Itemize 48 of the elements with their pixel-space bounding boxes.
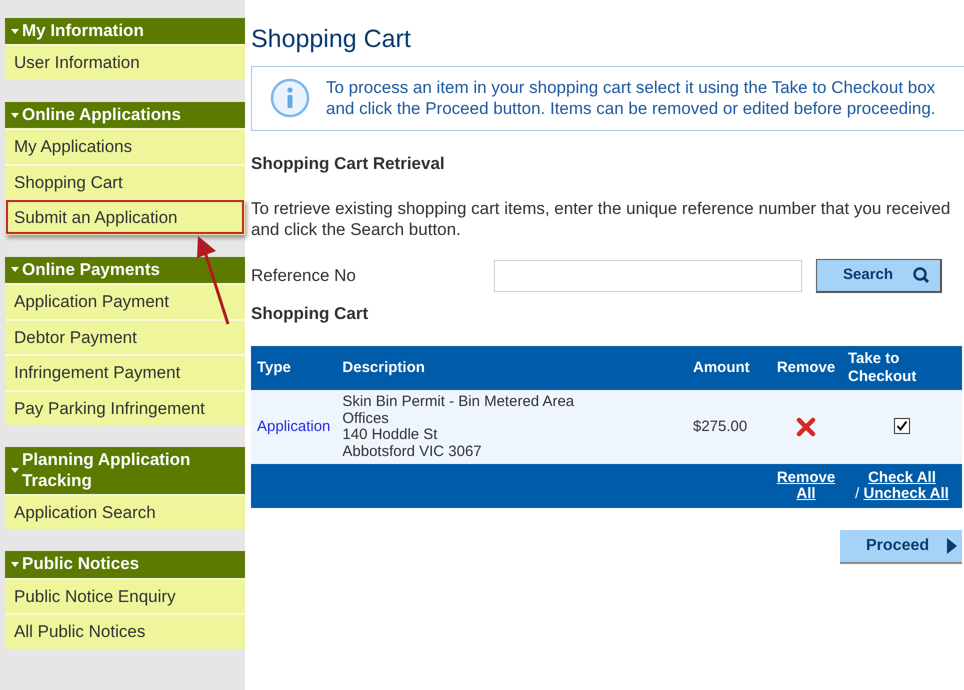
table-cell: $275.00 bbox=[687, 390, 770, 464]
search-button[interactable]: Search bbox=[816, 258, 942, 292]
sidebar-item[interactable]: Submit an Application bbox=[5, 199, 245, 235]
uncheck-all-link[interactable]: Uncheck All bbox=[864, 485, 949, 502]
sidebar-item[interactable]: All Public Notices bbox=[5, 613, 245, 649]
section-header[interactable]: My Information bbox=[5, 18, 245, 44]
info-message: To process an item in your shopping cart select it using the Take to Checkout box and click the Proceed button. Items can be removed or edited before proceeding. bbox=[326, 77, 937, 120]
column-header: Type bbox=[251, 346, 336, 390]
section-header[interactable]: Online Applications bbox=[5, 102, 245, 128]
section-header[interactable]: Planning Application Tracking bbox=[5, 447, 245, 494]
sidebar-item[interactable]: Shopping Cart bbox=[5, 164, 245, 200]
section-heading: Shopping Cart Retrieval bbox=[251, 152, 446, 175]
sidebar-item[interactable]: Pay Parking Infringement bbox=[5, 390, 245, 426]
sidebar-item[interactable]: Infringement Payment bbox=[5, 354, 245, 390]
remove-icon[interactable] bbox=[796, 417, 816, 437]
caret-icon bbox=[11, 267, 19, 272]
sidebar-item[interactable]: Public Notice Enquiry bbox=[5, 578, 245, 614]
sidebar-item[interactable]: Application Payment bbox=[5, 283, 245, 319]
type-link[interactable]: Application bbox=[257, 418, 330, 435]
column-header: Amount bbox=[687, 346, 770, 390]
caret-icon bbox=[11, 562, 19, 568]
field-label: Reference No bbox=[251, 264, 357, 287]
description-line: 140 Hoddle St bbox=[342, 427, 438, 444]
sidebar-item[interactable]: Application Search bbox=[5, 494, 245, 530]
description-line: Skin Bin Permit - Bin Metered Area Offices bbox=[342, 394, 576, 427]
checkout-checkbox[interactable] bbox=[894, 418, 910, 434]
instructions-text: To retrieve existing shopping cart items, enter the unique reference number that you received and click the Search button. bbox=[251, 198, 952, 240]
page-title: Shopping Cart bbox=[251, 24, 412, 54]
description-line: Abbotsford VIC 3067 bbox=[342, 444, 483, 460]
column-header: Remove bbox=[770, 346, 842, 390]
sidebar-item[interactable]: User Information bbox=[5, 44, 245, 80]
caret-icon bbox=[11, 468, 19, 474]
column-header: Description bbox=[336, 346, 687, 390]
search-icon bbox=[912, 266, 930, 284]
caret-icon bbox=[11, 112, 19, 118]
caret-icon bbox=[11, 28, 19, 34]
sidebar-item[interactable]: My Applications bbox=[5, 128, 245, 164]
sidebar-item[interactable]: Debtor Payment bbox=[5, 318, 245, 354]
reference-field[interactable] bbox=[494, 260, 802, 292]
check-all-link[interactable]: Check All bbox=[868, 468, 936, 486]
section-header[interactable]: Public Notices bbox=[5, 551, 245, 578]
column-header: Take to Checkout bbox=[842, 346, 962, 390]
section-header[interactable]: Online Payments bbox=[5, 256, 245, 284]
section-heading: Shopping Cart bbox=[251, 302, 370, 325]
info-icon bbox=[270, 78, 310, 118]
separator-text: / bbox=[855, 485, 860, 502]
play-icon bbox=[946, 537, 958, 555]
proceed-button[interactable]: Proceed bbox=[840, 530, 962, 564]
